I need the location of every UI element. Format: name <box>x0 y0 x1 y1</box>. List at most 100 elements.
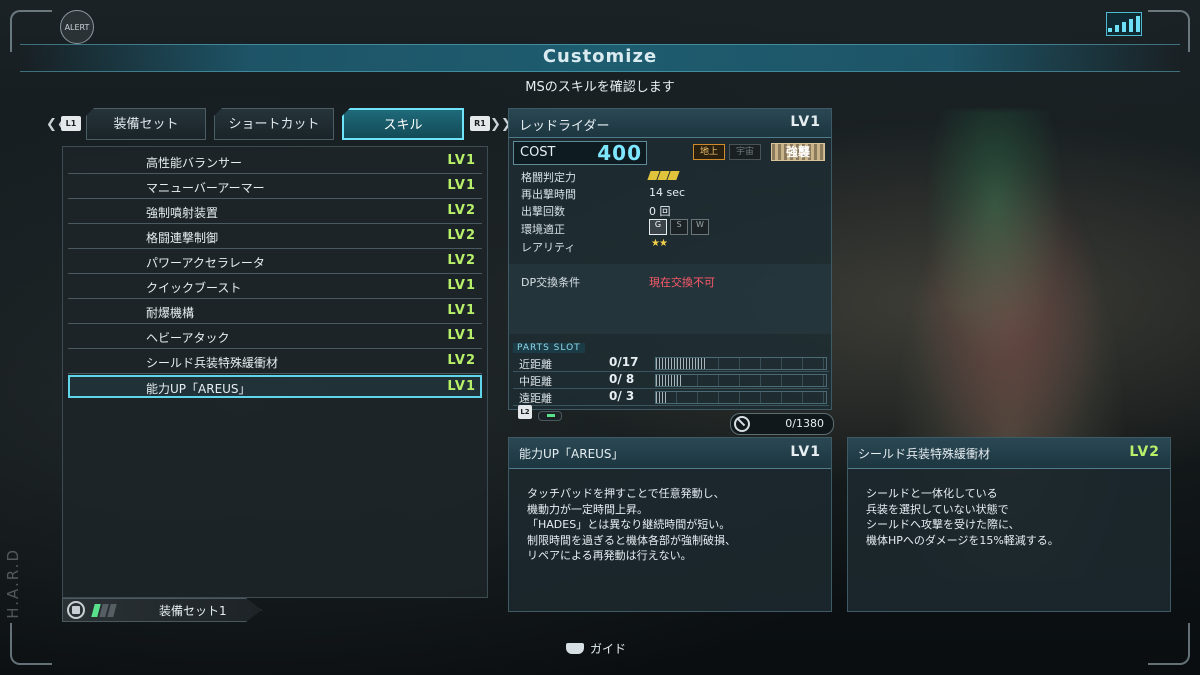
stat-value: 0 回 <box>649 205 671 218</box>
hard-side-text: H.A.R.D <box>4 548 22 619</box>
skill-row[interactable]: シールド兵装特殊緩衝材 LV2 <box>68 351 482 374</box>
parts-row: 遠距離 0/ 3 <box>513 389 829 406</box>
page-indicator <box>538 411 562 421</box>
loadout-indicator[interactable]: 装備セット1 <box>62 598 262 622</box>
tab-shortcut[interactable]: ショートカット <box>214 108 334 140</box>
skill-level: LV2 <box>447 228 476 243</box>
parts-gauge <box>655 391 827 404</box>
cost-box: COST 400 <box>513 141 647 165</box>
stat-label: 環境適正 <box>521 223 565 236</box>
alert-label: ALERT <box>64 22 90 32</box>
skill-description-panel-compare: シールド兵装特殊緩衝材 LV2 シールドと一体化している 兵装を選択していない状… <box>847 437 1171 612</box>
parts-label: 近距離 <box>519 358 552 371</box>
env-badge: W <box>691 219 709 235</box>
desc-skill-name: 能力UP「AREUS」 <box>519 447 624 461</box>
loadout-label: 装備セット1 <box>159 604 227 618</box>
stat-label: レアリティ <box>521 241 576 254</box>
skill-description-panel: 能力UP「AREUS」 LV1 タッチパッドを押すことで任意発動し、 機動力が一… <box>508 437 832 612</box>
skill-row[interactable]: 耐爆機構 LV1 <box>68 301 482 324</box>
stat-label: 再出撃時間 <box>521 188 576 201</box>
touchpad-icon <box>566 643 584 654</box>
env-badge: S <box>670 219 688 235</box>
skill-level: LV1 <box>447 153 476 168</box>
skill-name: マニューバーアーマー <box>146 181 265 195</box>
stat-value: 14 sec <box>649 186 686 199</box>
skill-name: クイックブースト <box>146 281 242 295</box>
skill-level: LV1 <box>447 328 476 343</box>
raid-class-badge: 強襲 <box>771 143 825 161</box>
parts-label: 遠距離 <box>519 392 552 405</box>
cost-value: 400 <box>597 141 642 165</box>
skill-list-panel: 高性能バランサー LV1 マニューバーアーマー LV1 強制噴射装置 LV2 格… <box>62 146 488 598</box>
page-title: Customize <box>542 46 658 67</box>
parts-gauge <box>655 357 827 370</box>
parts-count: 0/ 3 <box>609 389 635 403</box>
terrain-ground-badge: 地上 <box>693 144 725 160</box>
unit-name: レッドライダー <box>519 119 610 134</box>
tab-skill[interactable]: スキル <box>342 108 464 140</box>
desc-skill-name: シールド兵装特殊緩衝材 <box>858 447 991 461</box>
skill-level: LV1 <box>447 379 476 394</box>
skill-name: 耐爆機構 <box>146 306 195 320</box>
desc-header: 能力UP「AREUS」 LV1 <box>509 438 831 469</box>
skill-level: LV1 <box>447 303 476 318</box>
page-subtitle: MSのスキルを確認します <box>525 80 675 95</box>
frame-corner-bottom-right <box>1148 623 1190 665</box>
skill-level: LV2 <box>447 353 476 368</box>
tab-loadout[interactable]: 装備セット <box>86 108 206 140</box>
skill-name: ヘビーアタック <box>146 331 230 345</box>
melee-rank-icons <box>647 171 680 180</box>
skill-name: 高性能バランサー <box>146 156 243 170</box>
custom-points-gauge: 0/1380 <box>730 413 834 435</box>
parts-row: 近距離 0/17 <box>513 355 829 372</box>
customize-screen: H.A.R.D ALERT Customize MSのスキルを確認します ❮❮ … <box>0 0 1200 675</box>
cost-label: COST <box>520 145 556 160</box>
guide-label: ガイド <box>590 642 627 656</box>
desc-text: タッチパッドを押すことで任意発動し、 機動力が一定時間上昇。 「HADES」とは… <box>527 487 736 562</box>
skill-row[interactable]: マニューバーアーマー LV1 <box>68 176 482 199</box>
signal-strength-icon <box>1106 12 1142 36</box>
wrench-icon <box>734 416 750 432</box>
unit-level: LV1 <box>790 114 821 130</box>
skill-name: 能力UP「AREUS」 <box>146 382 251 396</box>
skill-level: LV2 <box>447 253 476 268</box>
skill-name: 強制噴射装置 <box>146 206 219 220</box>
skill-row[interactable]: クイックブースト LV1 <box>68 276 482 299</box>
skill-row[interactable]: ヘビーアタック LV1 <box>68 326 482 349</box>
stat-label: 格闘判定力 <box>521 171 576 184</box>
dp-value: 現在交換不可 <box>649 276 715 289</box>
options-button-icon <box>67 601 85 619</box>
parts-label: 中距離 <box>519 375 552 388</box>
desc-text: シールドと一体化している 兵装を選択していない状態で シールドへ攻撃を受けた際に… <box>866 487 1059 547</box>
unit-info-panel: レッドライダー LV1 COST 400 地上 宇宙 強襲 格闘判定力 再出撃時… <box>508 108 832 410</box>
skill-name: 格闘連撃制御 <box>146 231 219 245</box>
guide-button[interactable]: ガイド <box>566 640 626 657</box>
dp-label: DP交換条件 <box>521 276 581 289</box>
skill-name: パワーアクセラレータ <box>146 256 265 270</box>
terrain-space-badge: 宇宙 <box>729 144 761 160</box>
custom-points-value: 0/1380 <box>785 417 824 430</box>
unit-header: レッドライダー LV1 <box>509 109 831 138</box>
rarity-stars: ★★ <box>651 238 668 249</box>
skill-row[interactable]: 強制噴射装置 LV2 <box>68 201 482 224</box>
dp-exchange-row: DP交換条件 現在交換不可 <box>509 264 831 334</box>
l1-button-icon: L1 <box>61 116 81 131</box>
skill-row-selected[interactable]: 能力UP「AREUS」 LV1 <box>68 375 482 398</box>
parts-gauge <box>655 374 827 387</box>
desc-skill-level: LV1 <box>790 444 821 460</box>
loadout-bars <box>91 604 117 617</box>
parts-count: 0/ 8 <box>609 372 635 386</box>
frame-corner-bottom-left <box>10 623 52 665</box>
skill-row[interactable]: 格闘連撃制御 LV2 <box>68 226 482 249</box>
skill-level: LV1 <box>447 178 476 193</box>
desc-skill-level: LV2 <box>1129 444 1160 460</box>
l2-button-icon[interactable]: L2 <box>518 405 532 419</box>
skill-level: LV2 <box>447 203 476 218</box>
stat-label: 出撃回数 <box>521 205 565 218</box>
parts-row: 中距離 0/ 8 <box>513 372 829 389</box>
skill-row[interactable]: 高性能バランサー LV1 <box>68 151 482 174</box>
parts-count: 0/17 <box>609 355 639 369</box>
skill-row[interactable]: パワーアクセラレータ LV2 <box>68 251 482 274</box>
skill-name: シールド兵装特殊緩衝材 <box>146 356 279 370</box>
parts-slot-title: PARTS SLOT <box>513 343 585 353</box>
